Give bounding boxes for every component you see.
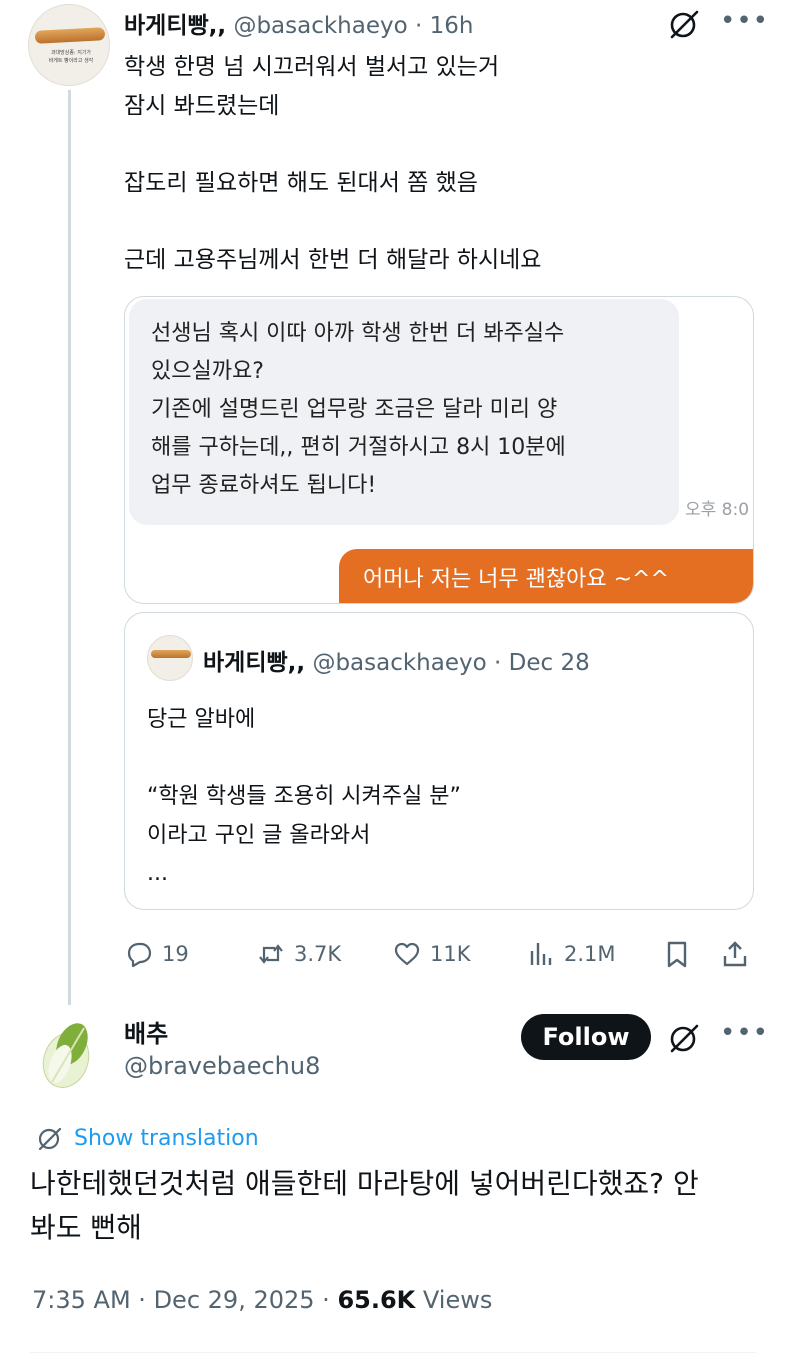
message-time: 오후 8:0 [685,500,750,520]
baguette-image [34,27,106,44]
reply-icon [127,942,152,968]
more-icon[interactable]: ••• [720,1018,769,1048]
avatar-caption: 과대망상종: 지기가 바게트 빵이라고 생각 [48,50,94,64]
bookmark-button[interactable] [662,932,692,976]
translate-icon [38,1127,62,1151]
cabbage-avatar[interactable] [36,1016,100,1092]
bookmark-icon [667,941,687,968]
quoted-display-name: 바게티빵,, [203,650,306,676]
show-translation-label[interactable]: Show translation [74,1126,259,1151]
display-name[interactable]: 배추 [124,1014,168,1049]
share-button[interactable] [720,932,750,976]
quoted-text: 당근 알바에 “학원 학생들 조용히 시켜주실 분” 이라고 구인 글 올라와서… [147,707,461,886]
views-count: 65.6K [337,1286,416,1314]
grok-icon[interactable] [666,6,702,42]
outgoing-message: 어머나 저는 너무 괜찮아요 ~^^ [339,549,753,603]
more-icon[interactable]: ••• [720,6,769,36]
repost-icon [259,944,283,964]
tweet-text: 학생 한명 넘 시끄러워서 벌서고 있는거 잠시 봐드렸는데 잡도리 필요하면 … [124,54,542,273]
action-bar: 19 3.7K 11K 2.1M [124,932,756,976]
separator: · [494,650,502,676]
quoted-handle: @basackhaeyo [312,650,487,676]
timestamp[interactable]: 16h [430,13,474,39]
tweet-meta: 7:35 AM · Dec 29, 2025 · 65.6K Views [32,1286,492,1314]
quoted-header: 바게티빵,, @basackhaeyo · Dec 28 [203,643,590,677]
views-button[interactable]: 2.1M [526,932,616,976]
tweet-header: 바게티빵,, @basackhaeyo · 16h [124,6,473,40]
show-translation-link[interactable]: Show translation [36,1124,259,1152]
grok-icon[interactable] [666,1020,702,1056]
repost-count: 3.7K [294,942,342,966]
views-count: 2.1M [564,942,616,966]
views-label: Views [422,1286,493,1314]
baguette-image [151,650,191,658]
post-time[interactable]: 7:35 AM [32,1286,131,1314]
views-icon [530,943,552,965]
reply-button[interactable]: 19 [124,932,189,976]
separator: · [415,13,423,39]
quoted-tweet[interactable]: 바게티빵,, @basackhaeyo · Dec 28 당근 알바에 “학원 … [124,612,754,910]
separator: · [322,1286,330,1314]
handle[interactable]: @bravebaechu8 [124,1052,320,1080]
quoted-date: Dec 28 [508,650,590,676]
like-button[interactable]: 11K [392,932,471,976]
divider [30,1352,756,1353]
chat-screenshot-media[interactable]: 선생님 혹시 이따 아까 학생 한번 더 봐주실수 있으실까요? 기존에 설명드… [124,296,754,604]
incoming-message: 선생님 혹시 이따 아까 학생 한번 더 봐주실수 있으실까요? 기존에 설명드… [129,299,679,525]
like-icon [394,942,420,966]
separator: · [138,1286,146,1314]
follow-button[interactable]: Follow [521,1014,651,1060]
tweet-text: 나한테했던것처럼 애들한테 마라탕에 넣어버린다했죠? 안 봐도 뻔해 [30,1167,699,1244]
like-count: 11K [430,942,471,966]
repost-button[interactable]: 3.7K [256,932,341,976]
post-date[interactable]: Dec 29, 2025 [154,1286,315,1314]
thread-connector-line [68,90,71,1005]
display-name[interactable]: 바게티빵,, [124,13,226,39]
reply-count: 19 [162,942,189,966]
share-icon [723,941,747,967]
avatar[interactable]: 과대망상종: 지기가 바게트 빵이라고 생각 [28,4,110,86]
handle[interactable]: @basackhaeyo [233,13,407,39]
quoted-avatar [147,635,193,681]
